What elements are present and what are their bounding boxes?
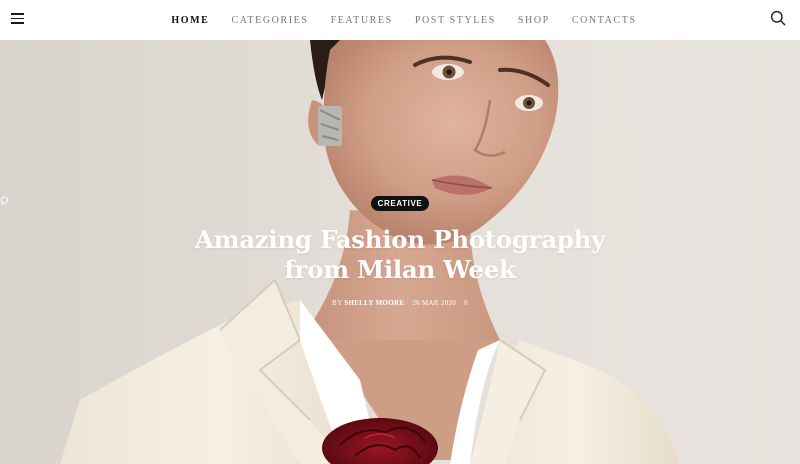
main-navigation: HOME CATEGORIES FEATURES POST STYLES SHO… xyxy=(0,0,800,40)
hero-post-info: CREATIVE Amazing Fashion Photography fro… xyxy=(0,196,800,307)
comments-link[interactable]: 0 xyxy=(0,196,468,307)
nav-item-shop[interactable]: SHOP xyxy=(518,15,550,26)
hero-featured-post[interactable]: CREATIVE Amazing Fashion Photography fro… xyxy=(0,40,800,464)
nav-item-home[interactable]: HOME xyxy=(171,15,209,26)
author-line: BY SHELLY MOORE xyxy=(332,299,404,307)
site-header: HOME CATEGORIES FEATURES POST STYLES SHO… xyxy=(0,0,800,40)
nav-item-categories[interactable]: CATEGORIES xyxy=(231,15,308,26)
nav-item-contacts[interactable]: CONTACTS xyxy=(572,15,637,26)
search-icon[interactable] xyxy=(770,10,786,26)
nav-item-post-styles[interactable]: POST STYLES xyxy=(415,15,496,26)
nav-item-features[interactable]: FEATURES xyxy=(331,15,393,26)
comments-count: 0 xyxy=(464,299,468,307)
post-meta: BY SHELLY MOORE 26 MAR 2020 0 xyxy=(0,196,468,307)
post-date: 26 MAR 2020 xyxy=(412,299,457,307)
author-name[interactable]: SHELLY MOORE xyxy=(344,299,404,307)
category-badge[interactable]: CREATIVE xyxy=(370,196,430,211)
comment-bubble-icon xyxy=(0,196,9,205)
post-title[interactable]: Amazing Fashion Photography from Milan W… xyxy=(170,225,630,285)
author-prefix: BY xyxy=(332,299,343,307)
